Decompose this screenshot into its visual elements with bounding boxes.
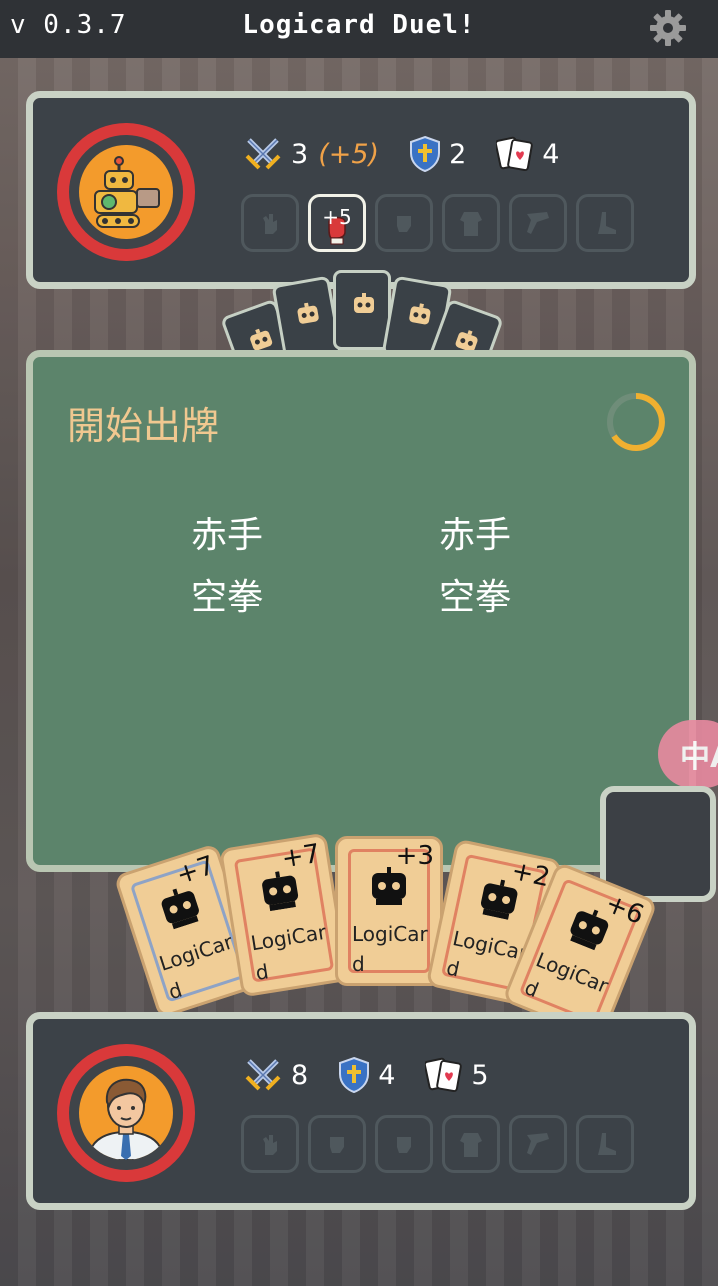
attack-bonus: (+5)	[318, 138, 380, 170]
shield-icon	[339, 1056, 370, 1094]
cards-value: 5	[471, 1059, 489, 1091]
phase-label: 開始出牌	[67, 404, 220, 448]
game-title: Logicard Duel!	[242, 10, 476, 40]
slot-leg[interactable]	[509, 194, 567, 252]
opponent-panel: 3 (+5) 2 4 +5	[26, 91, 696, 289]
slot-foot[interactable]	[576, 1115, 634, 1173]
fist-icon	[397, 216, 411, 232]
defense-value: 2	[449, 138, 467, 170]
slot-foot[interactable]	[576, 194, 634, 252]
move-line: 赤手	[191, 515, 264, 556]
playing-cards-icon	[496, 136, 534, 172]
torso-icon	[460, 212, 482, 236]
slot-torso[interactable]	[442, 194, 500, 252]
playing-cards-icon	[425, 1057, 463, 1093]
slot-fist[interactable]	[375, 1115, 433, 1173]
palm-icon	[263, 214, 277, 234]
opponent-stats: 3 (+5) 2 4	[243, 134, 589, 174]
cards-value: 4	[542, 138, 560, 170]
slot-boxing-glove[interactable]: +5	[308, 194, 366, 252]
fist-icon	[330, 1137, 344, 1153]
opponent-slots: +5	[241, 194, 643, 252]
shield-icon	[410, 135, 441, 173]
defense-value: 4	[378, 1059, 396, 1091]
move-line: 空拳	[191, 577, 264, 618]
player-move: 赤手 空拳	[439, 505, 559, 629]
loading-spinner-icon	[607, 393, 665, 451]
robot-icon	[297, 302, 319, 324]
cards-stat: 5	[425, 1056, 489, 1094]
robot-icon	[409, 303, 431, 325]
top-bar: v 0.3.7 Logicard Duel!	[0, 0, 718, 58]
move-line: 赤手	[439, 515, 512, 556]
fist-icon	[397, 1137, 411, 1153]
attack-value: 3	[291, 138, 309, 170]
foot-icon	[598, 1133, 616, 1155]
robot-icon	[354, 293, 374, 313]
slot-torso[interactable]	[442, 1115, 500, 1173]
defense-stat: 4	[338, 1056, 395, 1094]
slot-bonus-value: +5	[322, 205, 352, 229]
businessman-avatar-icon	[87, 1078, 165, 1160]
opponent-card-back	[333, 270, 391, 350]
play-area: 開始出牌 赤手 空拳 赤手 空拳	[26, 350, 696, 872]
slot-palm[interactable]	[241, 1115, 299, 1173]
player-slots	[241, 1115, 643, 1173]
hand-card[interactable]: +3 LogiCard	[335, 836, 443, 986]
robot-avatar-icon	[94, 156, 160, 228]
slot-fist[interactable]	[375, 194, 433, 252]
leg-icon	[527, 1133, 549, 1155]
player-stats: 8 4 5	[243, 1055, 519, 1095]
hand-card[interactable]: +7 LogiCard	[218, 832, 350, 998]
card-name: LogiCard	[249, 919, 328, 985]
slot-fist[interactable]	[308, 1115, 366, 1173]
robot-icon	[372, 867, 406, 905]
torso-icon	[460, 1133, 482, 1157]
crossed-swords-icon	[245, 1059, 281, 1091]
player-panel: 8 4 5	[26, 1012, 696, 1210]
opponent-avatar[interactable]	[57, 123, 195, 261]
gear-icon[interactable]	[646, 6, 690, 50]
translate-label: 中A	[680, 740, 718, 775]
slot-leg[interactable]	[509, 1115, 567, 1173]
palm-icon	[263, 1135, 277, 1155]
crossed-swords-icon	[245, 138, 281, 170]
leg-icon	[527, 212, 549, 234]
opponent-move: 赤手 空拳	[191, 505, 311, 629]
slot-palm[interactable]	[241, 194, 299, 252]
robot-icon	[262, 871, 299, 912]
attack-value: 8	[291, 1059, 309, 1091]
card-name: LogiCard	[352, 922, 428, 976]
move-line: 空拳	[439, 577, 512, 618]
attack-stat: 3 (+5)	[243, 134, 379, 174]
translate-button[interactable]: 中A	[658, 720, 718, 788]
player-avatar[interactable]	[57, 1044, 195, 1182]
defense-stat: 2	[409, 135, 466, 173]
attack-stat: 8	[243, 1055, 308, 1095]
cards-stat: 4	[496, 135, 559, 173]
foot-icon	[598, 212, 616, 234]
